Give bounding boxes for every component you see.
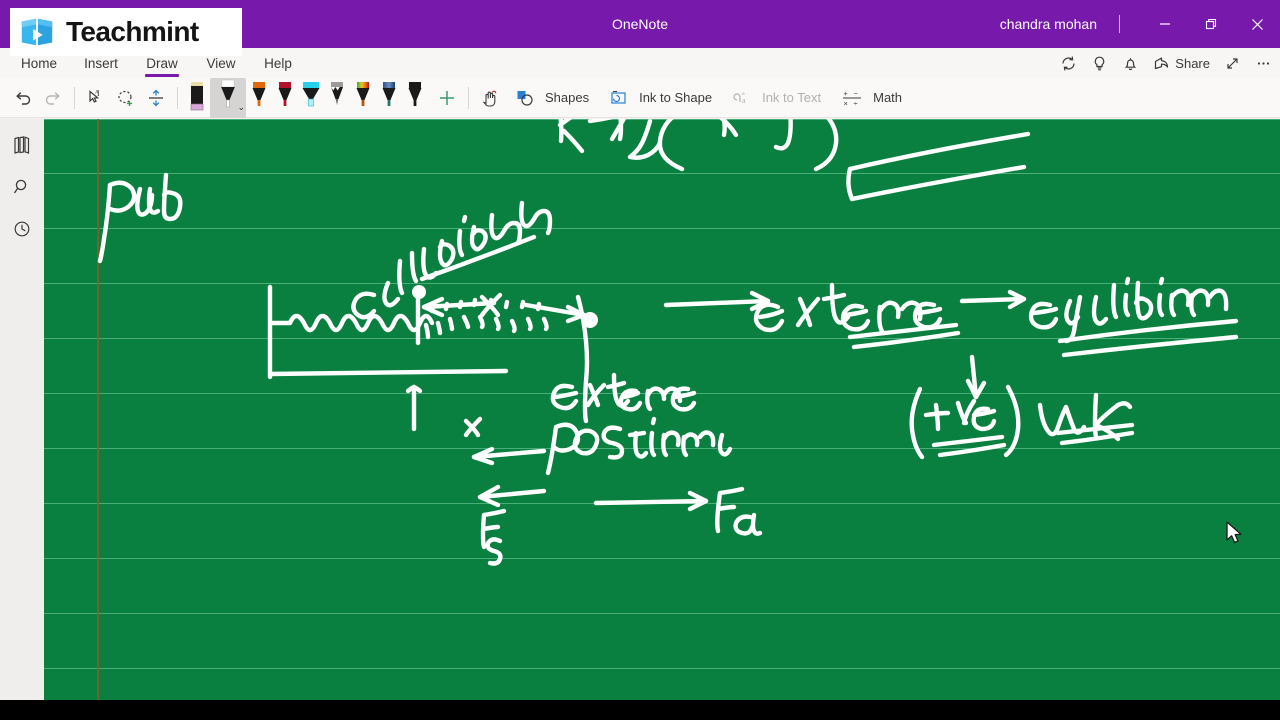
- tool-pen-galaxy[interactable]: [376, 80, 402, 116]
- title-divider: [1119, 15, 1120, 33]
- svg-text:A: A: [95, 89, 99, 95]
- undo-button[interactable]: [8, 82, 38, 114]
- insert-space-icon[interactable]: [141, 82, 171, 114]
- ink-to-text-label: Ink to Text: [762, 90, 822, 105]
- bell-icon[interactable]: [1122, 55, 1139, 72]
- add-pen-icon[interactable]: [432, 82, 462, 114]
- redo-button[interactable]: [38, 82, 68, 114]
- math-label: Math: [873, 90, 903, 105]
- tool-pen-rainbow[interactable]: [350, 80, 376, 116]
- svg-text:a: a: [742, 91, 745, 97]
- draw-with-touch-icon[interactable]: [475, 82, 505, 114]
- pen-options-chevron-down-icon[interactable]: ⌄: [237, 102, 245, 113]
- tool-eraser[interactable]: [184, 80, 210, 116]
- svg-text:−: −: [854, 89, 859, 98]
- screen-bottom-letterbox: [0, 700, 1280, 720]
- shapes-label: Shapes: [545, 90, 590, 105]
- ink-top-equation: [557, 119, 839, 172]
- shapes-button[interactable]: Shapes: [505, 82, 599, 114]
- tool-pen-black[interactable]: [402, 80, 428, 116]
- sync-icon[interactable]: [1060, 55, 1077, 72]
- share-label: Share: [1175, 55, 1210, 71]
- handwritten-ink-layer: [44, 119, 1280, 700]
- lightbulb-icon[interactable]: [1091, 55, 1108, 72]
- share-button[interactable]: Share: [1153, 55, 1210, 72]
- ink-to-shape-label: Ink to Shape: [639, 90, 713, 105]
- title-bar-right: chandra mohan: [1000, 0, 1280, 48]
- close-icon[interactable]: [1234, 0, 1280, 48]
- toolbar-separator-2: [177, 86, 178, 109]
- ribbon-right-actions: Share: [1060, 48, 1272, 78]
- account-name[interactable]: chandra mohan: [1000, 16, 1119, 32]
- ink-prob-label: [97, 172, 183, 264]
- toolbar-separator-3: [468, 86, 469, 109]
- restore-icon[interactable]: [1188, 0, 1234, 48]
- onenote-window: OneNote chandra mohan Teachmint Home Ins…: [0, 0, 1280, 720]
- ink-fa-arrow: [593, 486, 763, 536]
- ink-x-fs-arrows: [463, 416, 547, 566]
- tool-pen-orange[interactable]: [246, 80, 272, 116]
- search-icon[interactable]: [0, 166, 44, 208]
- toolbar-separator: [74, 86, 75, 109]
- note-page-canvas[interactable]: [44, 119, 1280, 700]
- ink-positive-work: [909, 384, 1135, 460]
- left-navigation-rail: [0, 119, 44, 720]
- expand-icon[interactable]: [1224, 55, 1241, 72]
- tool-pencil-grey[interactable]: [324, 80, 350, 116]
- brand-name: Teachmint: [66, 16, 199, 47]
- svg-text:+: +: [844, 89, 849, 98]
- notebooks-icon[interactable]: [0, 124, 44, 166]
- ink-spring-mass-diagram: [267, 284, 598, 432]
- ink-top-underlines: [846, 131, 1031, 202]
- tool-pen-white[interactable]: ⌄: [210, 77, 246, 118]
- lasso-select-icon[interactable]: [111, 82, 141, 114]
- ink-to-text-button[interactable]: a a Ink to Text: [722, 82, 831, 114]
- math-button[interactable]: + − × ÷ Math: [831, 82, 912, 114]
- ink-to-shape-button[interactable]: Ink to Shape: [599, 82, 722, 114]
- draw-toolbar: I A ⌄ Shapes Ink to Shape a a Ink to Tex…: [0, 77, 1280, 118]
- svg-text:÷: ÷: [854, 99, 858, 108]
- tool-pen-red[interactable]: [272, 80, 298, 116]
- minimize-icon[interactable]: [1142, 0, 1188, 48]
- tab-help[interactable]: Help: [250, 48, 306, 78]
- svg-text:a: a: [742, 96, 746, 105]
- select-object-icon[interactable]: I A: [81, 82, 111, 114]
- svg-text:×: ×: [844, 99, 848, 108]
- ink-extreme-position-label: [545, 372, 733, 476]
- ink-equilibrium-label: [351, 200, 553, 320]
- teachmint-brand: Teachmint: [10, 8, 242, 56]
- tool-highlighter-cyan[interactable]: [298, 80, 324, 116]
- ink-flow-chain: [663, 276, 1239, 400]
- teachmint-logo-icon: [21, 18, 53, 46]
- clock-icon[interactable]: [0, 208, 44, 250]
- more-options-icon[interactable]: [1255, 55, 1272, 72]
